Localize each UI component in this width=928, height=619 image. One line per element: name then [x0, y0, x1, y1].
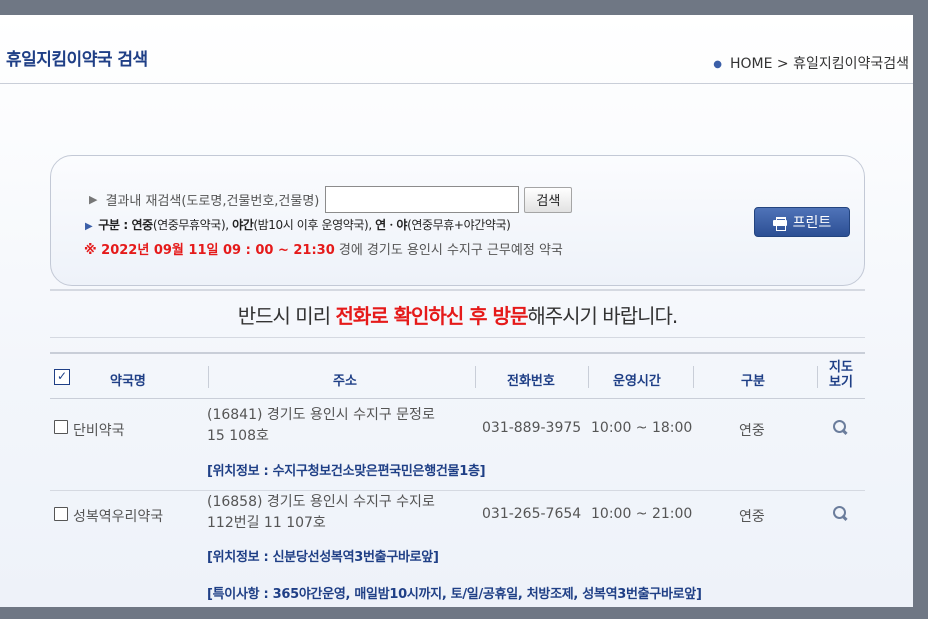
pharmacy-name: 성복역우리약국 [73, 509, 164, 525]
printer-icon [772, 216, 787, 231]
notice-divider-top [50, 289, 865, 291]
header-name: 약국명 [110, 374, 146, 389]
header-map: 지도 보기 [829, 360, 853, 390]
address-line2: 112번길 11 107호 [207, 515, 326, 531]
table-header: ✓ 약국명 주소 전화번호 운영시간 구분 지도 보기 [50, 352, 865, 399]
date-range: ※ 2022년 09월 11일 09 : 00 ~ 21:30 [84, 243, 335, 258]
category-legend: ▶ 구분 : 연중(연중무휴약국), 야간(밤10시 이후 운영약국), 연ㆍ야(… [85, 216, 511, 233]
legend-night: 야간 [232, 218, 254, 232]
page-frame: 휴일지킴이약국 검색 ● HOME > 휴일지킴이약국검색 ▶ 결과내 재검색(도… [0, 15, 913, 607]
notice-pre: 반드시 미리 [237, 304, 336, 328]
legend-both: 연ㆍ야 [375, 218, 408, 232]
search-button[interactable]: 검색 [524, 186, 573, 213]
header-map-line2: 보기 [829, 375, 853, 390]
header-separator [817, 366, 818, 388]
header-hours: 운영시간 [613, 374, 661, 389]
page-title: 휴일지킴이약국 검색 [6, 50, 148, 70]
header-kind: 구분 [741, 374, 765, 389]
address-line1: (16858) 경기도 용인시 수지구 수지로 [207, 494, 435, 510]
triangle-icon: ▶ [85, 221, 93, 232]
research-label: 결과내 재검색(도로명,건물번호,건물명) [105, 194, 320, 209]
date-info: ※ 2022년 09월 11일 09 : 00 ~ 21:30 경에 경기도 용… [84, 239, 563, 258]
breadcrumb-current: 휴일지킴이약국검색 [793, 56, 909, 72]
notice-message: 반드시 미리 전화로 확인하신 후 방문해주시기 바랍니다. [50, 300, 865, 329]
research-row: ▶ 결과내 재검색(도로명,건물번호,건물명) 검색 [89, 186, 573, 213]
pharmacy-name: 단비약국 [73, 423, 125, 439]
header-phone: 전화번호 [507, 374, 555, 389]
header-separator [693, 366, 694, 388]
triangle-icon: ▶ [89, 193, 98, 206]
pharmacy-kind: 연중 [739, 423, 765, 439]
pharmacy-hours: 10:00 ~ 18:00 [591, 420, 693, 436]
table-row: 단비약국 (16841) 경기도 용인시 수지구 문정로 15 108호 031… [50, 399, 865, 491]
magnifier-icon [833, 420, 848, 435]
research-input[interactable] [325, 186, 520, 213]
search-panel: ▶ 결과내 재검색(도로명,건물번호,건물명) 검색 ▶ 구분 : 연중(연중무휴… [50, 155, 865, 286]
pharmacy-phone: 031-265-7654 [482, 506, 582, 522]
legend-prefix: 구분 : [98, 218, 132, 232]
map-view-button[interactable] [833, 420, 848, 439]
magnifier-icon [833, 506, 848, 521]
location-info: [위치정보 : 신분당선성복역3번출구바로앞] [207, 550, 439, 565]
table-row: 성복역우리약국 (16858) 경기도 용인시 수지구 수지로 112번길 11… [50, 491, 865, 607]
breadcrumb-home[interactable]: HOME [730, 56, 772, 72]
address-line1: (16841) 경기도 용인시 수지구 문정로 [207, 407, 435, 423]
breadcrumb: ● HOME > 휴일지킴이약국검색 [713, 53, 909, 73]
notice-post: 해주시기 바랍니다. [527, 304, 678, 328]
legend-both-desc: (연중무휴+야간약국) [407, 218, 511, 232]
header-divider [0, 83, 913, 84]
pharmacy-address: (16841) 경기도 용인시 수지구 문정로 15 108호 [207, 405, 477, 447]
header-separator [208, 366, 209, 388]
pharmacy-address: (16858) 경기도 용인시 수지구 수지로 112번길 11 107호 [207, 492, 477, 534]
pharmacy-table: ✓ 약국명 주소 전화번호 운영시간 구분 지도 보기 단비약국 (16841)… [50, 352, 865, 607]
address-line2: 15 108호 [207, 428, 269, 444]
date-suffix: 경에 경기도 용인시 수지구 근무예정 약국 [334, 243, 563, 258]
row-checkbox[interactable] [54, 420, 68, 434]
special-notes: [특이사항 : 365야간운영, 매일밤10시까지, 토/일/공휴일, 처방조제… [207, 587, 702, 602]
location-info: [위치정보 : 수지구청보건소맞은편국민은행건물1층] [207, 464, 486, 479]
bullet-icon: ● [713, 58, 722, 70]
legend-yearround: 연중 [131, 218, 154, 232]
notice-divider-bottom [50, 337, 865, 338]
pharmacy-hours: 10:00 ~ 21:00 [591, 506, 693, 522]
header-address: 주소 [333, 374, 357, 389]
header-separator [475, 366, 476, 388]
pharmacy-kind: 연중 [739, 509, 765, 525]
legend-night-desc: (밤10시 이후 운영약국), [253, 218, 376, 232]
row-checkbox[interactable] [54, 507, 68, 521]
select-all-checkbox[interactable]: ✓ [54, 369, 70, 385]
map-view-button[interactable] [833, 506, 848, 525]
pharmacy-phone: 031-889-3975 [482, 420, 582, 436]
print-button[interactable]: 프린트 [754, 207, 850, 237]
header-map-line1: 지도 [829, 360, 853, 375]
legend-yearround-desc: (연중무휴약국), [152, 218, 233, 232]
breadcrumb-separator: > [776, 56, 789, 72]
notice-emphasis: 전화로 확인하신 후 방문 [335, 304, 528, 328]
print-label: 프린트 [792, 215, 832, 231]
header-separator [588, 366, 589, 388]
